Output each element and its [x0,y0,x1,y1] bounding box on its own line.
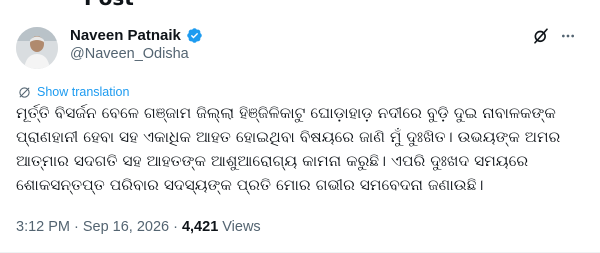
translate-icon [19,86,30,98]
grok-icon[interactable] [532,27,550,45]
tweet-date[interactable]: Sep 16, 2026 [83,219,169,235]
page-title: Post [84,0,134,8]
author-handle[interactable]: @Naveen_Odisha [70,46,189,62]
more-icon[interactable] [559,28,577,44]
show-translation-label[interactable]: Show translation [37,85,129,99]
tweet-text: ମୂର୍ତ୍ତି ବିସର୍ଜନ ବେଳେ ଗଞ୍ଜାମ ଜିଲ୍ଲା ହିଞ୍… [16,104,561,194]
views-count[interactable]: 4,421 [182,219,218,235]
meta-separator: · [173,219,178,235]
meta-separator: · [74,219,79,235]
author-name[interactable]: Naveen Patnaik [70,27,181,44]
show-translation-button[interactable]: Show translation [18,85,129,99]
avatar[interactable] [16,27,58,69]
views-label: Views [222,219,261,235]
avatar-image [16,27,58,69]
tweet-time[interactable]: 3:12 PM [16,219,70,235]
verified-badge-icon [187,28,202,43]
tweet-meta: 3:12 PM · Sep 16, 2026 · 4,421 Views [16,219,261,235]
